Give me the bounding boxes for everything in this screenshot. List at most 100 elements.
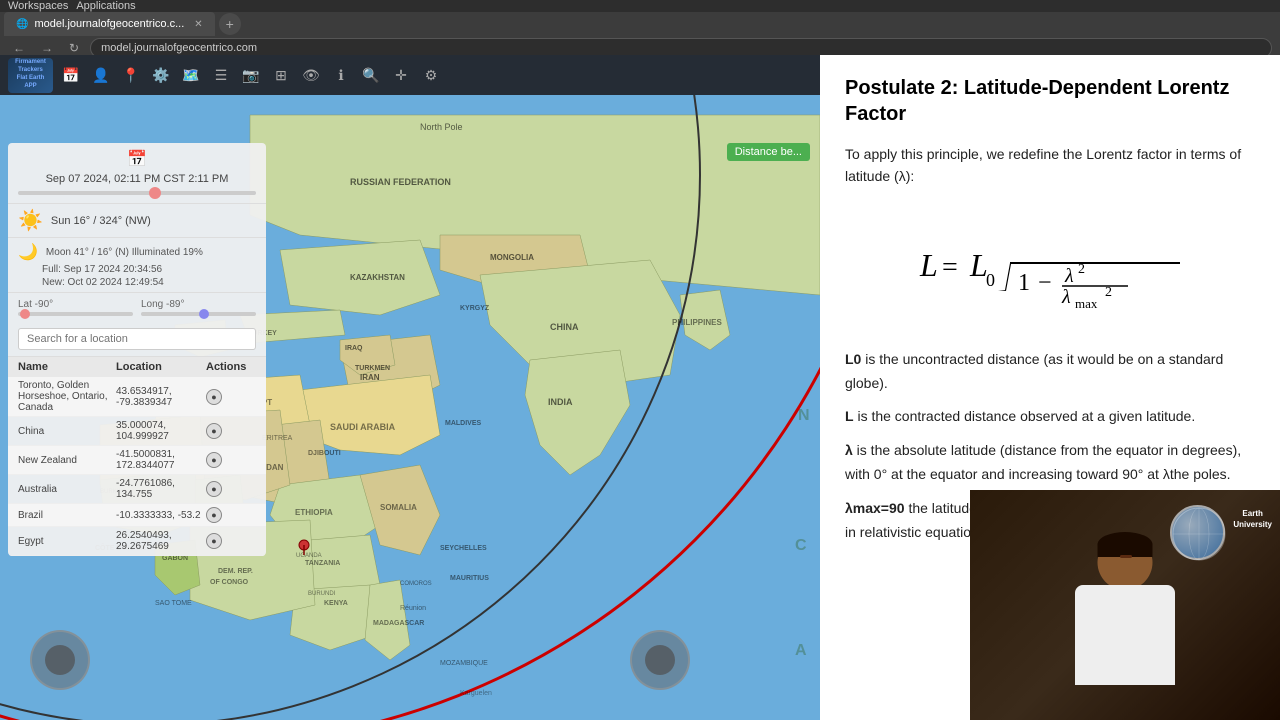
postulate-title: Postulate 2: Latitude-Dependent Lorentz … bbox=[845, 75, 1255, 127]
row-name: Australia bbox=[18, 484, 116, 495]
joystick-right-inner bbox=[645, 645, 675, 675]
formula-box: L = L 0 1 − λ 2 bbox=[845, 208, 1255, 328]
def-lambda: λ is the absolute latitude (distance fro… bbox=[845, 439, 1255, 487]
gear-icon[interactable]: ⚙ bbox=[419, 63, 443, 87]
search-box bbox=[8, 322, 266, 357]
settings-icon[interactable]: ⚙️ bbox=[149, 63, 173, 87]
joystick-right[interactable] bbox=[630, 630, 690, 690]
joystick-left[interactable] bbox=[30, 630, 90, 690]
time-slider-container bbox=[18, 189, 256, 197]
svg-text:TANZANIA: TANZANIA bbox=[305, 560, 340, 567]
row-name: Toronto, Golden Horseshoe, Ontario, Cana… bbox=[18, 380, 116, 413]
col-location: Location bbox=[116, 361, 206, 373]
active-tab[interactable]: 🌐 model.journalofgeocentrico.c... ✕ bbox=[4, 12, 215, 36]
calendar-icon[interactable]: 📅 bbox=[59, 63, 83, 87]
logo-line2: Trackers bbox=[15, 67, 46, 75]
def-L: L is the contracted distance observed at… bbox=[845, 405, 1255, 429]
new-tab-button[interactable]: + bbox=[219, 13, 241, 35]
svg-text:DJIBOUTI: DJIBOUTI bbox=[308, 450, 341, 457]
map-background[interactable]: RUSSIAN FEDERATION MONGOLIA CHINA KAZAKH… bbox=[0, 95, 820, 720]
svg-text:UGANDA: UGANDA bbox=[296, 553, 322, 559]
svg-text:L: L bbox=[969, 247, 988, 283]
row-action[interactable]: ● bbox=[206, 481, 256, 497]
table-row: Australia -24.7761086, 134.755 ● bbox=[8, 475, 266, 504]
search-icon[interactable]: 🔍 bbox=[359, 63, 383, 87]
svg-text:RUSSIAN FEDERATION: RUSSIAN FEDERATION bbox=[350, 177, 451, 187]
col-name: Name bbox=[18, 361, 116, 373]
lat-label: Lat -90° bbox=[18, 299, 133, 310]
svg-text:MAURITIUS: MAURITIUS bbox=[450, 575, 489, 582]
layers-icon[interactable]: 🗺️ bbox=[179, 63, 203, 87]
row-action[interactable]: ● bbox=[206, 507, 256, 523]
new-moon-text: New: Oct 02 2024 12:49:54 bbox=[42, 277, 256, 288]
grid-icon[interactable]: ⊞ bbox=[269, 63, 293, 87]
info-icon[interactable]: ℹ bbox=[329, 63, 353, 87]
svg-text:IRAN: IRAN bbox=[360, 373, 380, 382]
table-row: Brazil -10.3333333, -53.2 ● bbox=[8, 504, 266, 527]
row-name: Egypt bbox=[18, 536, 116, 547]
svg-text:−: − bbox=[1038, 270, 1052, 296]
row-location: -24.7761086, 134.755 bbox=[116, 478, 206, 500]
svg-text:SAUDI ARABIA: SAUDI ARABIA bbox=[330, 422, 396, 432]
def-L0: L0 is the uncontracted distance (as it w… bbox=[845, 348, 1255, 396]
person-icon[interactable]: 👤 bbox=[89, 63, 113, 87]
sun-info: Sun 16° / 324° (NW) bbox=[51, 215, 151, 227]
formula-svg: L = L 0 1 − λ 2 bbox=[910, 218, 1190, 318]
row-location: 26.2540493, 29.2675469 bbox=[116, 530, 206, 552]
date-display: Sep 07 2024, 02:11 PM CST 2:11 PM bbox=[46, 173, 229, 185]
svg-text:1: 1 bbox=[1018, 270, 1030, 296]
pin-icon[interactable]: 📍 bbox=[119, 63, 143, 87]
svg-text:A: A bbox=[795, 642, 807, 659]
earth-university-label: EarthUniversity bbox=[1233, 508, 1272, 530]
svg-text:KYRGYZ: KYRGYZ bbox=[460, 305, 490, 312]
browser-top-bar: Workspaces Applications bbox=[0, 0, 1280, 12]
row-name: China bbox=[18, 426, 116, 437]
row-action[interactable]: ● bbox=[206, 452, 256, 468]
row-action[interactable]: ● bbox=[206, 389, 256, 405]
logo-line1: Firmament bbox=[15, 59, 46, 67]
row-action[interactable]: ● bbox=[206, 423, 256, 439]
svg-text:2: 2 bbox=[1078, 262, 1085, 277]
svg-text:North Pole: North Pole bbox=[420, 122, 463, 132]
table-row: New Zealand -41.5000831, 172.8344077 ● bbox=[8, 446, 266, 475]
svg-text:KAZAKHSTAN: KAZAKHSTAN bbox=[350, 273, 405, 282]
svg-text:λ: λ bbox=[1061, 286, 1071, 308]
video-icon[interactable]: 📷 bbox=[239, 63, 263, 87]
list-icon[interactable]: ☰ bbox=[209, 63, 233, 87]
applications-menu[interactable]: Applications bbox=[76, 0, 135, 12]
lng-label: Long -89° bbox=[141, 299, 256, 310]
table-row: China 35.000074, 104.999927 ● bbox=[8, 417, 266, 446]
svg-text:N: N bbox=[798, 407, 810, 424]
svg-text:BURUNDI: BURUNDI bbox=[308, 591, 336, 597]
svg-text:COMOROS: COMOROS bbox=[400, 581, 432, 587]
svg-text:CHINA: CHINA bbox=[550, 322, 579, 332]
workspaces-menu[interactable]: Workspaces bbox=[8, 0, 68, 12]
svg-text:L: L bbox=[919, 247, 938, 283]
row-name: Brazil bbox=[18, 510, 116, 521]
svg-text:MOZAMBIQUE: MOZAMBIQUE bbox=[440, 660, 488, 667]
person-video: EarthUniversity bbox=[970, 490, 1280, 720]
map-panel: Firmament Trackers Flat Earth APP 📅 👤 📍 … bbox=[0, 55, 820, 720]
svg-text:SOMALIA: SOMALIA bbox=[380, 503, 417, 512]
main-content: Firmament Trackers Flat Earth APP 📅 👤 📍 … bbox=[0, 55, 1280, 720]
svg-text:Réunion: Réunion bbox=[400, 605, 426, 612]
svg-text:MADAGASCAR: MADAGASCAR bbox=[373, 620, 424, 627]
distance-badge: Distance be... bbox=[727, 143, 810, 161]
svg-text:MALDIVES: MALDIVES bbox=[445, 420, 482, 427]
location-search[interactable] bbox=[18, 328, 256, 350]
joystick-left-inner bbox=[45, 645, 75, 675]
logo-line4: APP bbox=[15, 83, 46, 91]
eye-icon[interactable]: 👁 bbox=[299, 63, 323, 87]
crosshair-icon[interactable]: ✛ bbox=[389, 63, 413, 87]
table-header: Name Location Actions bbox=[8, 357, 266, 377]
row-location: -41.5000831, 172.8344077 bbox=[116, 449, 206, 471]
svg-text:SEYCHELLES: SEYCHELLES bbox=[440, 545, 487, 552]
moon-section: 🌙 Moon 41° / 16° (N) Illuminated 19% Ful… bbox=[8, 238, 266, 293]
browser-chrome: Workspaces Applications 🌐 model.journalo… bbox=[0, 0, 1280, 55]
row-action[interactable]: ● bbox=[206, 533, 256, 549]
video-thumbnail: EarthUniversity bbox=[970, 490, 1280, 720]
coordinates-section: Lat -90° Long -89° bbox=[8, 293, 266, 322]
svg-text:=: = bbox=[942, 252, 958, 283]
svg-text:IRAQ: IRAQ bbox=[345, 345, 363, 352]
text-panel: Postulate 2: Latitude-Dependent Lorentz … bbox=[820, 55, 1280, 720]
